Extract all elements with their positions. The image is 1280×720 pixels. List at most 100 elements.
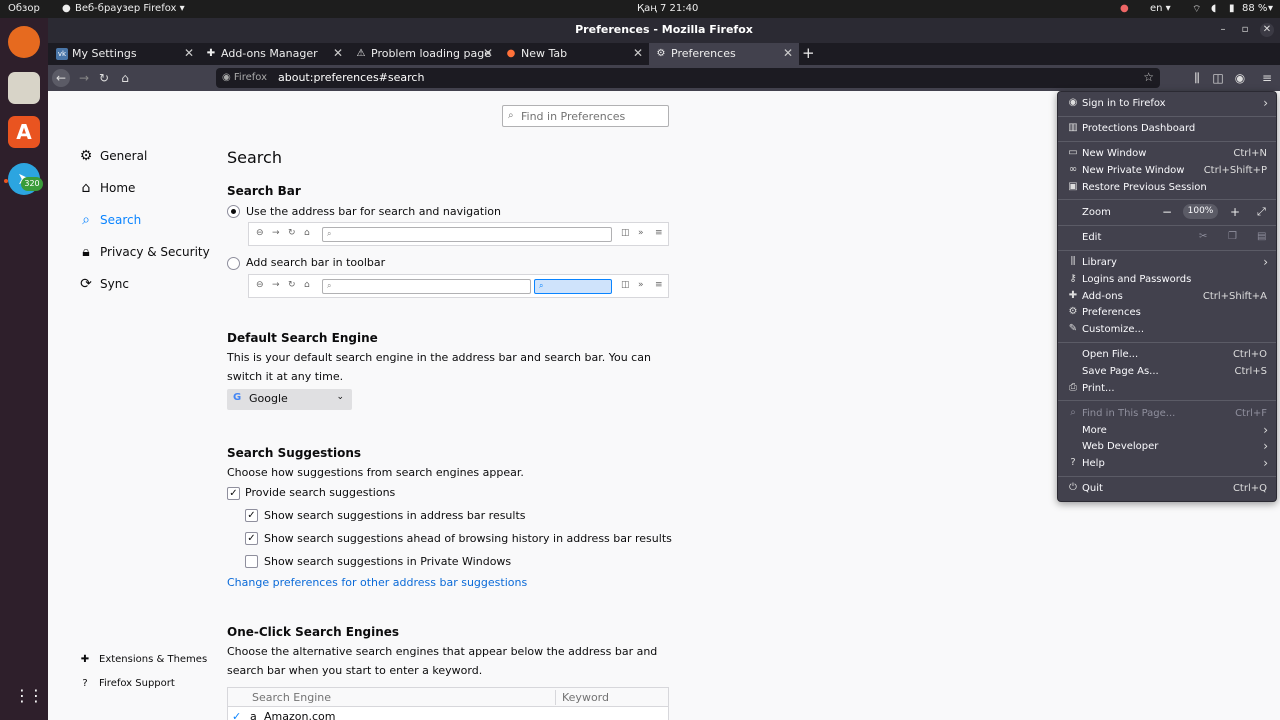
- close-tab-icon[interactable]: ✕: [483, 46, 493, 60]
- copy-icon[interactable]: ❐: [1228, 231, 1237, 242]
- show-applications-icon[interactable]: ⋮⋮⋮: [14, 686, 58, 706]
- menu-open-file[interactable]: Open File... Ctrl+O: [1058, 347, 1276, 363]
- suggestions-ahead-checkbox[interactable]: ✓: [245, 532, 258, 545]
- menu-more[interactable]: More ›: [1058, 423, 1276, 439]
- radio-toolbar-search-label[interactable]: Add search bar in toolbar: [246, 256, 385, 269]
- back-arrow-icon: ⊖: [256, 280, 264, 290]
- address-bar-suggestions-link[interactable]: Change preferences for other address bar…: [227, 576, 527, 589]
- bookmark-star-icon[interactable]: ☆: [1143, 70, 1154, 84]
- window-titlebar[interactable]: Preferences - Mozilla Firefox – ▫ ✕: [48, 18, 1280, 43]
- tab-addons-manager[interactable]: ✚ Add-ons Manager ✕: [199, 43, 349, 65]
- new-tab-plus-icon[interactable]: +: [802, 44, 815, 62]
- radio-address-bar-label[interactable]: Use the address bar for search and navig…: [246, 205, 501, 218]
- menu-print[interactable]: ⎙ Print...: [1058, 381, 1276, 397]
- provide-suggestions-label[interactable]: Provide search suggestions: [245, 486, 395, 499]
- address-bar[interactable]: ◉ Firefox about:preferences#search ☆: [216, 68, 1160, 88]
- zoom-reset-button[interactable]: 100%: [1183, 204, 1218, 219]
- close-tab-icon[interactable]: ✕: [184, 46, 194, 60]
- tab-preferences[interactable]: ⚙ Preferences ✕: [649, 43, 799, 65]
- sync-icon: ⟳: [80, 276, 92, 292]
- identity-label[interactable]: ◉ Firefox: [222, 72, 267, 83]
- menu-addons[interactable]: ✚ Add-ons Ctrl+Shift+A: [1058, 289, 1276, 305]
- menu-quit[interactable]: ⏻ Quit Ctrl+Q: [1058, 481, 1276, 497]
- table-row-engine[interactable]: Amazon.com: [264, 710, 335, 720]
- default-engine-dropdown[interactable]: G Google ⌄: [227, 389, 352, 410]
- url-text[interactable]: about:preferences#search: [278, 71, 424, 84]
- fullscreen-icon[interactable]: ⤢: [1257, 205, 1266, 219]
- wifi-icon[interactable]: ⌔: [1192, 3, 1201, 16]
- menu-new-private-window[interactable]: ∞ New Private Window Ctrl+Shift+P: [1058, 163, 1276, 179]
- menu-label: Web Developer: [1082, 441, 1159, 452]
- menu-preferences[interactable]: ⚙ Preferences: [1058, 305, 1276, 321]
- cut-icon[interactable]: ✂: [1199, 231, 1207, 242]
- forward-arrow-icon[interactable]: →: [75, 69, 93, 87]
- suggestions-description: Choose how suggestions from search engin…: [227, 466, 524, 479]
- close-window-icon[interactable]: ✕: [1260, 23, 1274, 37]
- files-dock-icon[interactable]: [8, 72, 40, 104]
- radio-address-bar[interactable]: [227, 205, 240, 218]
- library-icon[interactable]: ⫼: [1188, 69, 1206, 87]
- tab-problem-loading[interactable]: ⚠ Problem loading page ✕: [349, 43, 499, 65]
- address-bar-suggestions-checkbox[interactable]: ✓: [245, 509, 258, 522]
- menu-protections-dashboard[interactable]: ▥ Protections Dashboard: [1058, 121, 1276, 137]
- firefox-dock-icon[interactable]: [8, 26, 40, 58]
- radio-toolbar-search[interactable]: [227, 257, 240, 270]
- battery-icon[interactable]: ▮: [1229, 3, 1235, 14]
- clock[interactable]: Қаң 7 21:40: [637, 3, 698, 14]
- system-top-bar: Обзор ● Веб-браузер Firefox ▾ Қаң 7 21:4…: [0, 0, 1280, 18]
- paste-icon[interactable]: ▤: [1257, 231, 1266, 242]
- menu-customize[interactable]: ✎ Customize...: [1058, 322, 1276, 338]
- menu-help[interactable]: ? Help ›: [1058, 456, 1276, 472]
- reload-icon[interactable]: ↻: [95, 69, 113, 87]
- close-tab-icon[interactable]: ✕: [633, 46, 643, 60]
- zoom-in-icon[interactable]: +: [1230, 205, 1240, 219]
- minimize-icon[interactable]: –: [1216, 23, 1230, 37]
- status-indicator-icon[interactable]: ●: [1120, 3, 1129, 14]
- menu-separator: [1058, 342, 1276, 343]
- column-keyword[interactable]: Keyword: [562, 688, 609, 707]
- menu-label: Zoom: [1082, 207, 1111, 218]
- menu-label: Quit: [1082, 483, 1103, 494]
- menu-label: Logins and Passwords: [1082, 274, 1192, 285]
- back-arrow-icon[interactable]: ←: [52, 69, 70, 87]
- private-windows-checkbox[interactable]: [245, 555, 258, 568]
- language-selector[interactable]: en ▾: [1150, 3, 1171, 14]
- one-click-engines-table[interactable]: Search Engine Keyword ✓ a Amazon.com: [227, 687, 669, 720]
- menu-save-page[interactable]: Save Page As... Ctrl+S: [1058, 364, 1276, 380]
- close-tab-icon[interactable]: ✕: [783, 46, 793, 60]
- gear-icon: ⚙: [656, 48, 666, 59]
- menu-library[interactable]: ⫼ Library ›: [1058, 255, 1276, 271]
- menu-shortcut: Ctrl+O: [1232, 349, 1267, 360]
- address-bar-suggestions-label[interactable]: Show search suggestions in address bar r…: [264, 509, 526, 522]
- volume-icon[interactable]: ◖: [1211, 3, 1216, 14]
- menu-shortcut: Ctrl+Q: [1232, 483, 1267, 494]
- category-label: Home: [100, 181, 136, 195]
- row-checkmark-icon[interactable]: ✓: [232, 710, 241, 720]
- software-center-dock-icon[interactable]: A: [8, 116, 40, 148]
- private-windows-label[interactable]: Show search suggestions in Private Windo…: [264, 555, 511, 568]
- firefox-app-icon: ●: [62, 3, 71, 14]
- menu-web-developer[interactable]: Web Developer ›: [1058, 439, 1276, 455]
- maximize-icon[interactable]: ▫: [1238, 23, 1252, 37]
- close-tab-icon[interactable]: ✕: [333, 46, 343, 60]
- app-menu-button[interactable]: Веб-браузер Firefox ▾: [75, 3, 185, 14]
- suggestions-ahead-label[interactable]: Show search suggestions ahead of browsin…: [264, 532, 672, 545]
- menu-restore-session[interactable]: ▣ Restore Previous Session: [1058, 180, 1276, 196]
- navigation-toolbar: ← → ↻ ⌂ ◉ Firefox about:preferences#sear…: [48, 65, 1280, 91]
- hamburger-menu-icon[interactable]: ≡: [1258, 69, 1276, 87]
- puzzle-icon: ✚: [1068, 290, 1078, 301]
- zoom-out-icon[interactable]: −: [1162, 205, 1172, 219]
- sidebar-icon[interactable]: ◫: [1209, 69, 1227, 87]
- menu-logins-passwords[interactable]: ⚷ Logins and Passwords: [1058, 272, 1276, 288]
- system-menu-chevron-icon[interactable]: ▾: [1268, 3, 1273, 14]
- account-icon[interactable]: ◉: [1231, 69, 1249, 87]
- menu-sign-in[interactable]: ◉ Sign in to Firefox ›: [1058, 96, 1276, 112]
- activities-button[interactable]: Обзор: [8, 3, 40, 14]
- menu-find-in-page[interactable]: ⌕ Find in This Page... Ctrl+F: [1058, 406, 1276, 422]
- tab-my-settings[interactable]: vk My Settings ✕: [50, 43, 200, 65]
- menu-new-window[interactable]: ▭ New Window Ctrl+N: [1058, 146, 1276, 162]
- provide-suggestions-checkbox[interactable]: ✓: [227, 487, 240, 500]
- column-search-engine[interactable]: Search Engine: [252, 688, 331, 707]
- tab-new-tab[interactable]: ● New Tab ✕: [499, 43, 649, 65]
- home-icon[interactable]: ⌂: [116, 69, 134, 87]
